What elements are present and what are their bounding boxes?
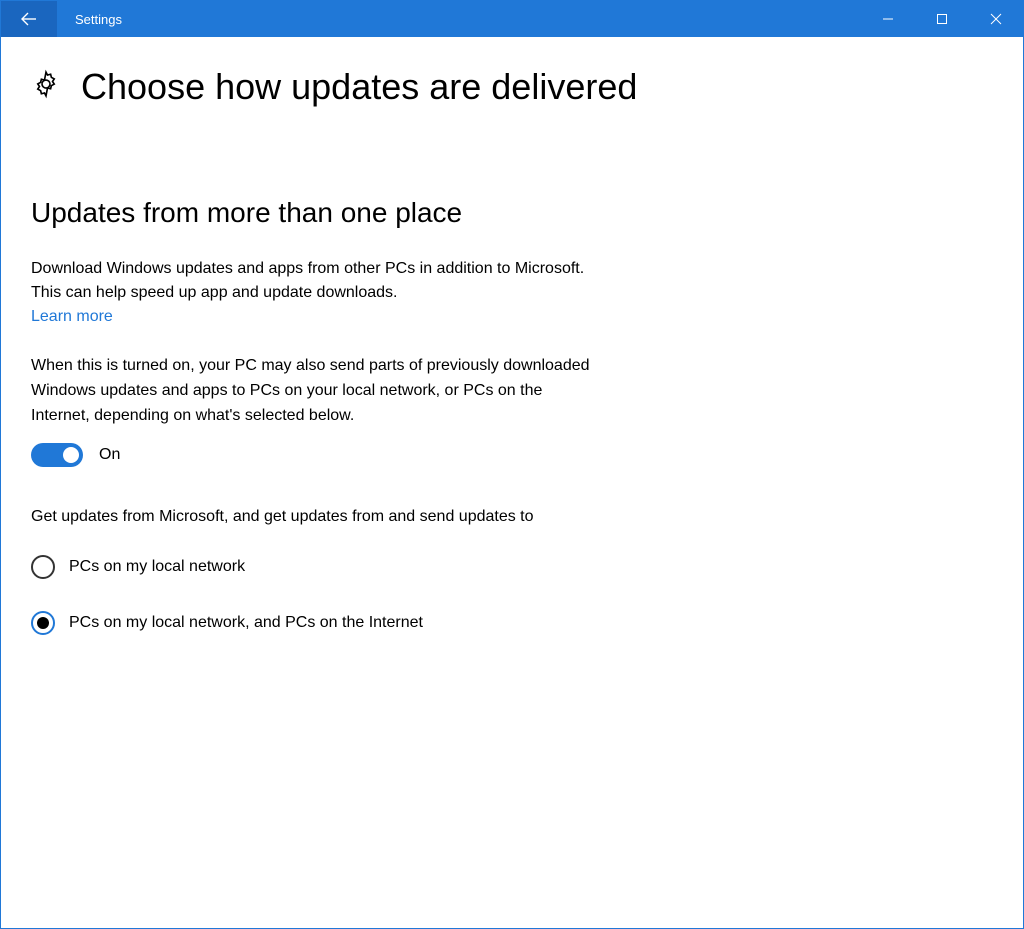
radio-button-selected-icon (31, 611, 55, 635)
radio-option-local-network[interactable]: PCs on my local network (31, 555, 591, 579)
back-button[interactable] (1, 1, 57, 37)
gear-icon (31, 69, 61, 104)
window-title: Settings (57, 1, 861, 37)
close-button[interactable] (969, 1, 1023, 37)
page-title: Choose how updates are delivered (81, 67, 637, 107)
content-area: Choose how updates are delivered Updates… (1, 37, 1023, 928)
radio-group-intro: Get updates from Microsoft, and get upda… (31, 505, 551, 530)
section-updates-multiple-places: Updates from more than one place Downloa… (31, 197, 591, 636)
caption-buttons (861, 1, 1023, 37)
radio-button-icon (31, 555, 55, 579)
section-heading: Updates from more than one place (31, 197, 591, 229)
radio-label: PCs on my local network, and PCs on the … (69, 614, 423, 632)
minimize-button[interactable] (861, 1, 915, 37)
radio-label: PCs on my local network (69, 558, 245, 576)
minimize-icon (882, 13, 894, 25)
maximize-button[interactable] (915, 1, 969, 37)
page-header: Choose how updates are delivered (31, 67, 993, 107)
toggle-state-label: On (99, 446, 120, 464)
arrow-left-icon (19, 9, 39, 29)
toggle-row: On (31, 443, 591, 467)
radio-option-local-and-internet[interactable]: PCs on my local network, and PCs on the … (31, 611, 591, 635)
delivery-optimization-toggle[interactable] (31, 443, 83, 467)
settings-window: Settings (0, 0, 1024, 929)
close-icon (990, 13, 1002, 25)
explain-text: When this is turned on, your PC may also… (31, 354, 591, 428)
maximize-icon (936, 13, 948, 25)
learn-more-link[interactable]: Learn more (31, 308, 113, 326)
toggle-knob-icon (63, 447, 79, 463)
titlebar: Settings (1, 1, 1023, 37)
intro-text: Download Windows updates and apps from o… (31, 257, 591, 307)
